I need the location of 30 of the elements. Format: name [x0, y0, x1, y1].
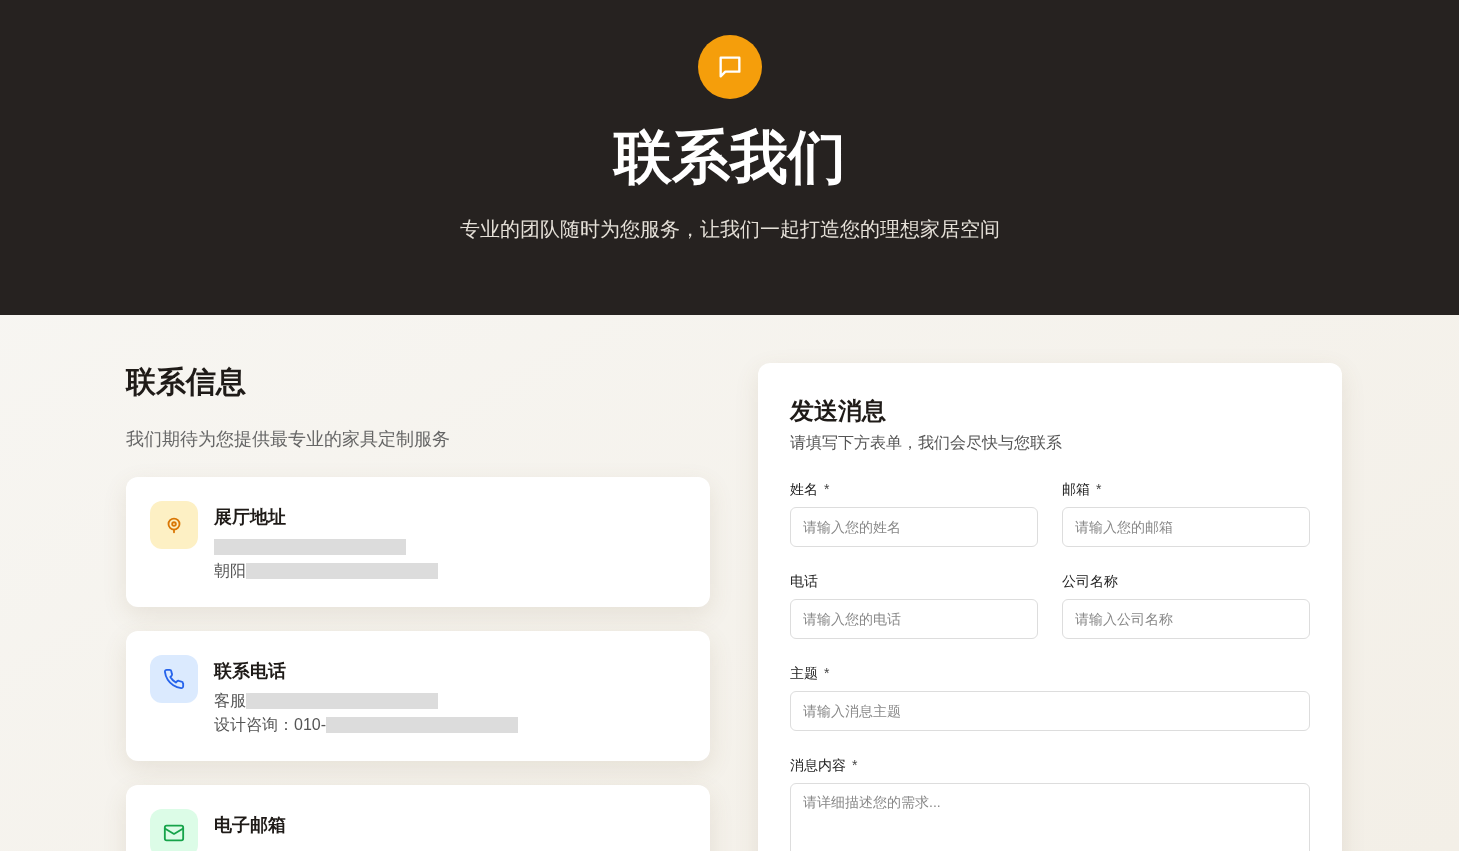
card-title: 电子邮箱: [214, 814, 286, 837]
required-asterisk: *: [1096, 480, 1102, 499]
field-label: 消息内容: [790, 756, 846, 775]
card-title: 联系电话: [214, 660, 287, 683]
mail-icon: [163, 822, 185, 844]
required-asterisk: *: [824, 664, 830, 683]
section-subtitle: 我们期待为您提供最专业的家具定制服务: [126, 428, 451, 451]
input-field[interactable]: 请输入消息主题: [790, 691, 1310, 731]
field-label: 姓名: [790, 480, 818, 499]
form-title: 发送消息: [790, 396, 887, 426]
detail-text: 客服: [214, 691, 246, 711]
field-label: 公司名称: [1062, 572, 1118, 591]
detail-text: 朝阳: [214, 561, 246, 581]
page-title: 联系我们: [613, 123, 846, 191]
required-asterisk: *: [852, 756, 858, 775]
input-field[interactable]: 请输入您的邮箱: [1062, 507, 1310, 547]
field-label: 电话: [790, 572, 818, 591]
field-label: 主题: [790, 664, 818, 683]
message-field[interactable]: 请详细描述您的需求...: [790, 783, 1310, 851]
form-subtitle: 请填写下方表单，我们会尽快与您联系: [790, 433, 1063, 453]
field-label: 邮箱: [1062, 480, 1090, 499]
section-title: 联系信息: [126, 364, 247, 400]
detail-text: 设计咨询：010-: [214, 715, 327, 735]
phone-icon: [163, 668, 185, 690]
input-field[interactable]: 请输入您的姓名: [790, 507, 1038, 547]
card-title: 展厅地址: [214, 506, 287, 529]
input-field[interactable]: 请输入公司名称: [1062, 599, 1310, 639]
input-field[interactable]: 请输入您的电话: [790, 599, 1038, 639]
page-subtitle: 专业的团队随时为您服务，让我们一起打造您的理想家居空间: [459, 217, 1000, 242]
required-asterisk: *: [824, 480, 830, 499]
